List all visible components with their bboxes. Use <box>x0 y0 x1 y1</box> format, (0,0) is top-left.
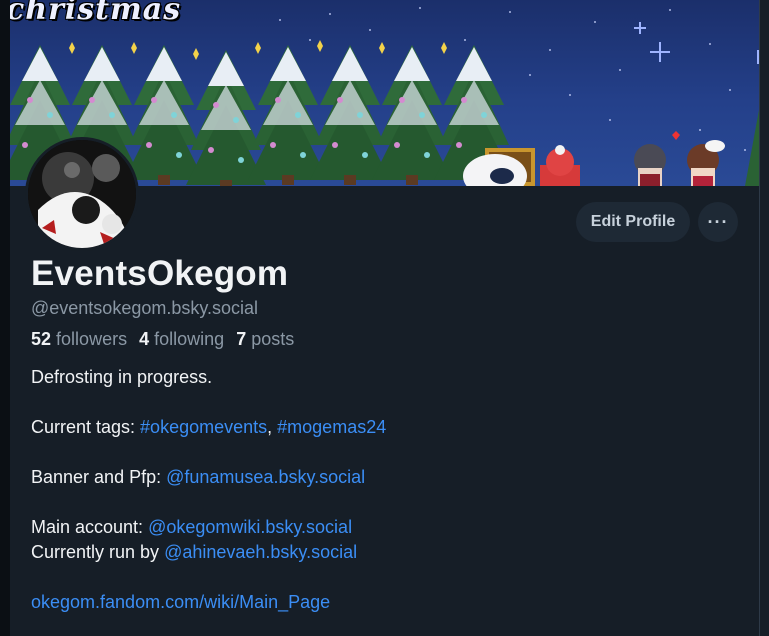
followers-count: 52 <box>31 329 52 349</box>
bio-run-label: Currently run by <box>31 542 165 562</box>
bio-line-defrosting: Defrosting in progress. <box>31 367 213 387</box>
profile-page: christmas Edit Profile ··· EventsOkegom … <box>0 0 769 636</box>
bio-main-label: Main account: <box>31 517 149 537</box>
posts-stat: 7 posts <box>236 329 294 349</box>
following-label: following <box>154 329 225 349</box>
avatar-image <box>28 140 136 248</box>
profile-handle: @eventsokegom.bsky.social <box>31 298 259 318</box>
display-name: EventsOkegom <box>31 254 289 293</box>
ellipsis-icon: ··· <box>707 211 729 232</box>
avatar[interactable] <box>25 137 139 251</box>
more-options-button[interactable]: ··· <box>698 202 738 242</box>
bio-banner-label: Banner and Pfp: <box>31 467 167 487</box>
bio-line-run-by: Currently run by @ahinevaeh.bsky.social <box>31 542 357 563</box>
bio-tag-separator: , <box>267 417 278 437</box>
bio-line-wiki: okegom.fandom.com/wiki/Main_Page <box>31 592 330 613</box>
followers-stat[interactable]: 52 followers <box>31 329 127 349</box>
left-gutter <box>0 0 10 636</box>
following-stat[interactable]: 4 following <box>139 329 224 349</box>
posts-label: posts <box>251 329 295 349</box>
banner-title-text: christmas <box>10 0 182 27</box>
profile-stats: 52 followers 4 following 7 posts <box>31 329 301 350</box>
following-count: 4 <box>139 329 150 349</box>
bio-line-tags: Current tags: #okegomevents, #mogemas24 <box>31 417 386 438</box>
posts-count: 7 <box>236 329 247 349</box>
mention-link-okegomwiki[interactable]: @okegomwiki.bsky.social <box>148 517 352 537</box>
bio-tags-label: Current tags: <box>31 417 141 437</box>
mention-link-ahinevaeh[interactable]: @ahinevaeh.bsky.social <box>164 542 357 562</box>
edit-profile-button[interactable]: Edit Profile <box>576 202 690 242</box>
wiki-link[interactable]: okegom.fandom.com/wiki/Main_Page <box>31 592 330 612</box>
bio-line-banner: Banner and Pfp: @funamusea.bsky.social <box>31 467 365 488</box>
mention-link-funamusea[interactable]: @funamusea.bsky.social <box>166 467 365 487</box>
hashtag-link-okegomevents[interactable]: #okegomevents <box>140 417 267 437</box>
followers-label: followers <box>56 329 128 349</box>
right-border <box>759 0 760 636</box>
hashtag-link-mogemas24[interactable]: #mogemas24 <box>277 417 386 437</box>
bio-line-main-account: Main account: @okegomwiki.bsky.social <box>31 517 352 538</box>
